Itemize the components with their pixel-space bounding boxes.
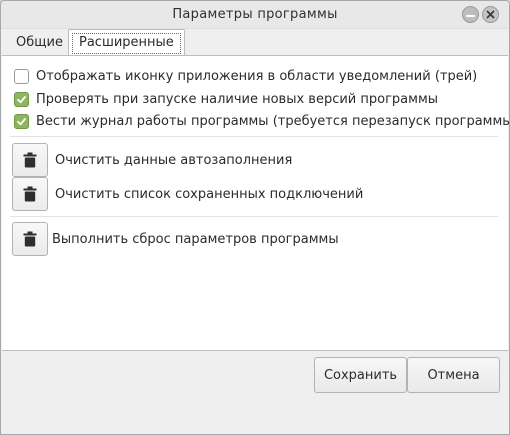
clear-connections-button[interactable] (12, 177, 48, 211)
action-label: Очистить данные автозаполнения (55, 152, 293, 168)
action-label: Выполнить сброс параметров программы (52, 231, 339, 247)
action-clear-autofill: Очистить данные автозаполнения (12, 143, 292, 177)
tab-bar: Общие Расширенные (2, 29, 508, 56)
action-clear-connections: Очистить список сохраненных подключений (12, 177, 363, 211)
trash-icon (23, 186, 37, 202)
checkmark-icon (17, 117, 26, 125)
trash-icon (23, 152, 37, 168)
tab-advanced-label: Расширенные (79, 35, 174, 50)
advanced-panel: Отображать иконку приложения в области у… (2, 55, 510, 351)
check-updates-checkbox[interactable] (14, 91, 29, 107)
trash-icon (23, 231, 37, 247)
divider (10, 216, 498, 217)
option-check-updates[interactable]: Проверять при запуске наличие новых верс… (14, 90, 438, 108)
tab-general[interactable]: Общие (6, 31, 73, 56)
tray-icon-checkbox[interactable] (14, 68, 29, 84)
option-logging[interactable]: Вести журнал работы программы (требуется… (14, 112, 510, 130)
tab-advanced[interactable]: Расширенные (68, 29, 185, 56)
divider (10, 136, 498, 137)
save-button[interactable]: Сохранить (314, 357, 407, 393)
minimize-icon[interactable] (462, 6, 479, 23)
reset-settings-button[interactable] (12, 222, 48, 256)
option-label: Вести журнал работы программы (требуется… (36, 113, 510, 129)
clear-autofill-button[interactable] (12, 143, 48, 177)
action-reset-settings: Выполнить сброс параметров программы (12, 222, 339, 256)
checkmark-icon (17, 95, 26, 103)
option-label: Отображать иконку приложения в области у… (36, 68, 478, 84)
option-label: Проверять при запуске наличие новых верс… (36, 91, 439, 107)
settings-dialog: Параметры программы Общие Расширенные От… (0, 0, 510, 435)
close-icon[interactable] (482, 6, 499, 23)
logging-checkbox[interactable] (14, 113, 29, 129)
action-label: Очистить список сохраненных подключений (55, 186, 364, 202)
titlebar[interactable]: Параметры программы (1, 1, 509, 29)
option-tray-icon[interactable]: Отображать иконку приложения в области у… (14, 67, 477, 85)
window-title: Параметры программы (172, 7, 338, 22)
cancel-button[interactable]: Отмена (407, 357, 500, 393)
